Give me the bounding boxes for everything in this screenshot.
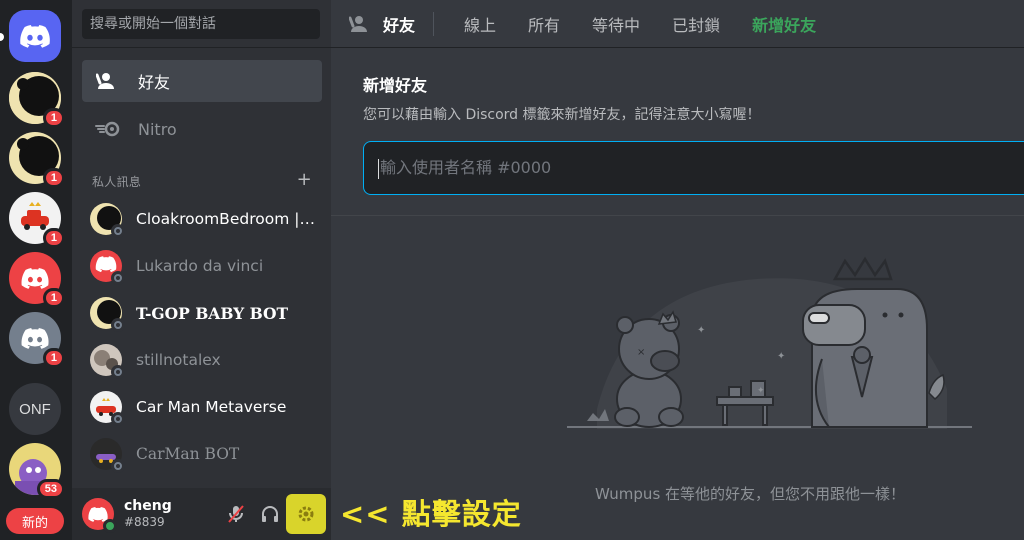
avatar — [90, 203, 125, 238]
dm-item[interactable]: stillnotalex — [82, 339, 322, 381]
status-offline-icon — [111, 318, 125, 332]
dm-section-header: 私人訊息 + — [92, 169, 312, 190]
nav-friends[interactable]: 好友 — [82, 60, 322, 102]
friends-header: 好友 線上 所有 等待中 已封鎖 新增好友 — [331, 0, 1024, 48]
create-dm-plus-icon[interactable]: + — [297, 169, 312, 190]
unread-badge: 1 — [42, 108, 65, 128]
unread-badge: 1 — [42, 288, 65, 308]
user-panel: cheng #8839 — [72, 488, 331, 540]
server-item[interactable]: 1 — [9, 192, 65, 248]
server-item[interactable]: 1 — [9, 312, 65, 368]
mic-muted-icon — [228, 505, 244, 523]
status-online-icon — [103, 519, 117, 533]
page-title: 好友 — [349, 12, 415, 36]
avatar — [90, 297, 125, 332]
add-friend-description: 您可以藉由輸入 Discord 標籤來新增好友，記得注意大小寫喔！ — [363, 107, 761, 123]
username: cheng — [124, 498, 172, 514]
server-item[interactable]: 1 — [9, 252, 65, 308]
avatar — [90, 250, 125, 285]
dm-name: Car Man Metaverse — [136, 398, 287, 416]
dm-name: T-GOP BABY BOT — [136, 303, 289, 323]
friends-icon — [94, 69, 122, 93]
gear-icon — [298, 506, 314, 522]
tab-add-friend[interactable]: 新增好友 — [744, 10, 824, 38]
unread-badge: 53 — [36, 479, 65, 499]
deafen-button[interactable] — [254, 498, 286, 530]
discord-logo-icon — [9, 10, 61, 62]
add-friend-title: 新增好友 — [363, 76, 428, 95]
username-input[interactable]: 輸入使用者名稱 #0000 — [363, 141, 1024, 195]
status-offline-icon — [111, 459, 125, 473]
divider — [331, 215, 1024, 216]
avatar — [90, 344, 125, 379]
user-avatar[interactable] — [82, 498, 117, 533]
svg-text:✦: ✦ — [757, 386, 765, 396]
divider — [72, 47, 331, 48]
nitro-icon — [94, 117, 122, 141]
text-caret — [378, 158, 379, 179]
status-offline-icon — [111, 271, 125, 285]
status-offline-icon — [111, 412, 125, 426]
avatar — [90, 391, 125, 426]
rail-indicator — [0, 33, 4, 41]
svg-text:✦: ✦ — [777, 351, 785, 362]
server-item[interactable]: 1 — [9, 132, 65, 188]
dm-sidebar: 搜尋或開始一個對話 好友 Nitro 私人訊息 + CloakroomBedro… — [72, 0, 331, 540]
avatar — [90, 438, 125, 473]
tab-all[interactable]: 所有 — [520, 10, 568, 38]
dm-name: stillnotalex — [136, 351, 221, 369]
mute-button[interactable] — [220, 498, 252, 530]
search-input[interactable]: 搜尋或開始一個對話 — [82, 9, 320, 39]
server-item[interactable]: 53 — [9, 443, 65, 499]
user-tag: #8839 — [124, 515, 165, 529]
unread-badge: 1 — [42, 348, 65, 368]
nav-nitro[interactable]: Nitro — [82, 108, 322, 150]
status-offline-icon — [111, 224, 125, 238]
nav-friends-label: 好友 — [138, 73, 171, 92]
dm-item[interactable]: CarMan BOT — [82, 433, 322, 475]
dm-item[interactable]: Lukardo da vinci — [82, 245, 322, 287]
home-button[interactable] — [9, 10, 61, 62]
dm-name: Lukardo da vinci — [136, 257, 264, 275]
page-title-text: 好友 — [383, 15, 416, 35]
tab-pending[interactable]: 等待中 — [584, 10, 648, 38]
friends-icon — [349, 14, 373, 34]
tab-online[interactable]: 線上 — [456, 10, 504, 38]
server-item-onf[interactable]: ONF — [9, 383, 61, 435]
unread-badge: 1 — [42, 228, 65, 248]
empty-state-text: Wumpus 在等他的好友，但您不用跟他一樣！ — [595, 485, 906, 503]
server-rail: 1 1 1 1 1 ONF 53 新的 — [0, 0, 72, 540]
server-item[interactable]: 1 — [9, 72, 65, 128]
dm-name: CarMan BOT — [136, 445, 240, 463]
add-friend-panel: 新增好友 您可以藉由輸入 Discord 標籤來新增好友，記得注意大小寫喔！ 輸… — [331, 49, 1024, 540]
tab-blocked[interactable]: 已封鎖 — [664, 10, 728, 38]
dm-item[interactable]: CloakroomBedroom | ... — [82, 198, 322, 240]
svg-text:×: × — [637, 347, 645, 358]
status-offline-icon — [111, 365, 125, 379]
dm-item[interactable]: Car Man Metaverse — [82, 386, 322, 428]
nav-nitro-label: Nitro — [138, 119, 177, 139]
wumpus-waiting-illustration: × ✦ ✦ ✦ — [567, 256, 972, 429]
new-messages-pill[interactable]: 新的 — [6, 508, 64, 534]
dm-section-title: 私人訊息 — [92, 175, 142, 189]
headphones-icon — [262, 506, 278, 522]
dm-name: CloakroomBedroom | ... — [136, 210, 316, 228]
unread-badge: 1 — [42, 168, 65, 188]
divider — [433, 11, 435, 36]
svg-text:✦: ✦ — [697, 325, 705, 336]
username-input-placeholder: 輸入使用者名稱 #0000 — [380, 158, 552, 177]
server-label: ONF — [9, 383, 61, 435]
settings-button[interactable] — [286, 494, 326, 534]
dm-item[interactable]: T-GOP BABY BOT — [82, 292, 322, 334]
